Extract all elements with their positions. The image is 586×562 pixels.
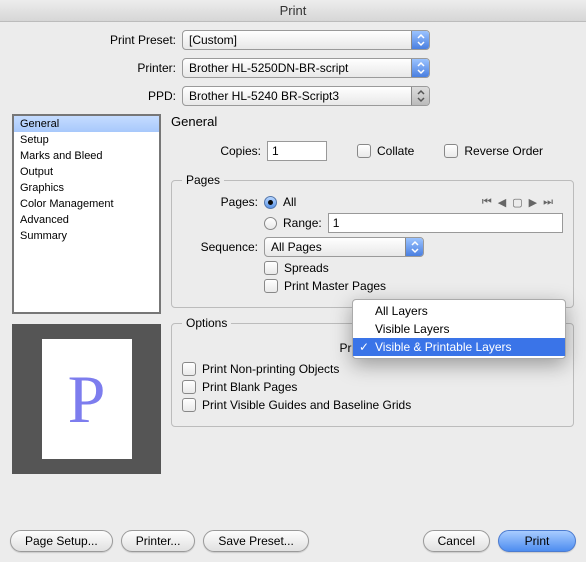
ppd-value: Brother HL-5240 BR-Script3: [183, 89, 411, 103]
copies-label: Copies:: [185, 144, 261, 158]
guides-label: Print Visible Guides and Baseline Grids: [202, 398, 411, 412]
master-label: Print Master Pages: [284, 279, 386, 293]
pages-all-radio[interactable]: [264, 196, 277, 209]
updown-icon: [411, 59, 429, 77]
reverse-label: Reverse Order: [464, 144, 543, 158]
reverse-checkbox[interactable]: [444, 144, 458, 158]
panel-item-output[interactable]: Output: [14, 164, 159, 180]
print-button[interactable]: Print: [498, 530, 576, 552]
layers-menu-item[interactable]: All Layers: [353, 302, 565, 320]
printer-button[interactable]: Printer...: [121, 530, 196, 552]
nonprinting-label: Print Non-printing Objects: [202, 362, 339, 376]
updown-icon: [411, 31, 429, 49]
panel-item-setup[interactable]: Setup: [14, 132, 159, 148]
pages-legend: Pages: [182, 173, 224, 187]
next-page-icon[interactable]: ▶: [529, 196, 537, 209]
pages-range-radio[interactable]: [264, 217, 277, 230]
print-preset-label: Print Preset:: [12, 33, 182, 47]
printer-select[interactable]: Brother HL-5250DN-BR-script: [182, 58, 430, 78]
panel-list[interactable]: GeneralSetupMarks and BleedOutputGraphic…: [12, 114, 161, 314]
page-thumb-icon[interactable]: ▢: [512, 196, 522, 209]
guides-checkbox[interactable]: [182, 398, 196, 412]
first-page-icon[interactable]: ⏮: [482, 196, 492, 209]
cancel-button[interactable]: Cancel: [423, 530, 490, 552]
ppd-label: PPD:: [12, 89, 182, 103]
copies-input[interactable]: [267, 141, 327, 161]
blank-checkbox[interactable]: [182, 380, 196, 394]
spreads-label: Spreads: [284, 261, 329, 275]
preview-page: P: [42, 339, 132, 459]
dialog-content: Print Preset: [Custom] Printer: Brother …: [0, 22, 586, 524]
pages-label: Pages:: [182, 195, 258, 209]
print-preset-value: [Custom]: [183, 33, 411, 47]
print-layers-menu[interactable]: All LayersVisible LayersVisible & Printa…: [352, 299, 566, 359]
layers-menu-item[interactable]: Visible Layers: [353, 320, 565, 338]
sequence-select[interactable]: All Pages: [264, 237, 424, 257]
print-layers-select[interactable]: All LayersVisible LayersVisible & Printa…: [410, 338, 563, 358]
spreads-checkbox[interactable]: [264, 261, 278, 275]
panel-item-color-management[interactable]: Color Management: [14, 196, 159, 212]
panel-item-general[interactable]: General: [14, 116, 159, 132]
collate-label: Collate: [377, 144, 414, 158]
updown-icon: [405, 238, 423, 256]
sequence-value: All Pages: [265, 240, 405, 254]
printer-label: Printer:: [12, 61, 182, 75]
nonprinting-checkbox[interactable]: [182, 362, 196, 376]
print-dialog: Print Print Preset: [Custom] Printer: Br…: [0, 0, 586, 562]
save-preset-button[interactable]: Save Preset...: [203, 530, 308, 552]
print-preset-select[interactable]: [Custom]: [182, 30, 430, 50]
panel-item-advanced[interactable]: Advanced: [14, 212, 159, 228]
range-input[interactable]: [328, 213, 563, 233]
options-group: Options Print Layers All LayersVisible L…: [171, 316, 574, 427]
sequence-label: Sequence:: [182, 240, 258, 254]
updown-icon: [411, 87, 429, 105]
page-nav-icons: ⏮ ◀ ▢ ▶ ⏭: [482, 196, 553, 209]
pages-all-label: All: [283, 195, 296, 209]
titlebar: Print: [0, 0, 586, 22]
master-checkbox[interactable]: [264, 279, 278, 293]
last-page-icon[interactable]: ⏭: [543, 196, 553, 209]
page-preview: P: [12, 324, 161, 474]
layers-menu-item[interactable]: Visible & Printable Layers: [353, 338, 565, 356]
section-heading: General: [171, 114, 574, 129]
page-setup-button[interactable]: Page Setup...: [10, 530, 113, 552]
blank-label: Print Blank Pages: [202, 380, 297, 394]
ppd-select[interactable]: Brother HL-5240 BR-Script3: [182, 86, 430, 106]
options-legend: Options: [182, 316, 231, 330]
prev-page-icon[interactable]: ◀: [498, 196, 506, 209]
panel-item-summary[interactable]: Summary: [14, 228, 159, 244]
collate-checkbox[interactable]: [357, 144, 371, 158]
printer-value: Brother HL-5250DN-BR-script: [183, 61, 411, 75]
range-label: Range:: [283, 216, 322, 230]
pages-group: Pages Pages: All ⏮ ◀ ▢ ▶ ⏭: [171, 173, 574, 308]
panel-item-graphics[interactable]: Graphics: [14, 180, 159, 196]
window-title: Print: [280, 3, 307, 18]
preview-letter: P: [68, 360, 106, 439]
panel-item-marks-and-bleed[interactable]: Marks and Bleed: [14, 148, 159, 164]
